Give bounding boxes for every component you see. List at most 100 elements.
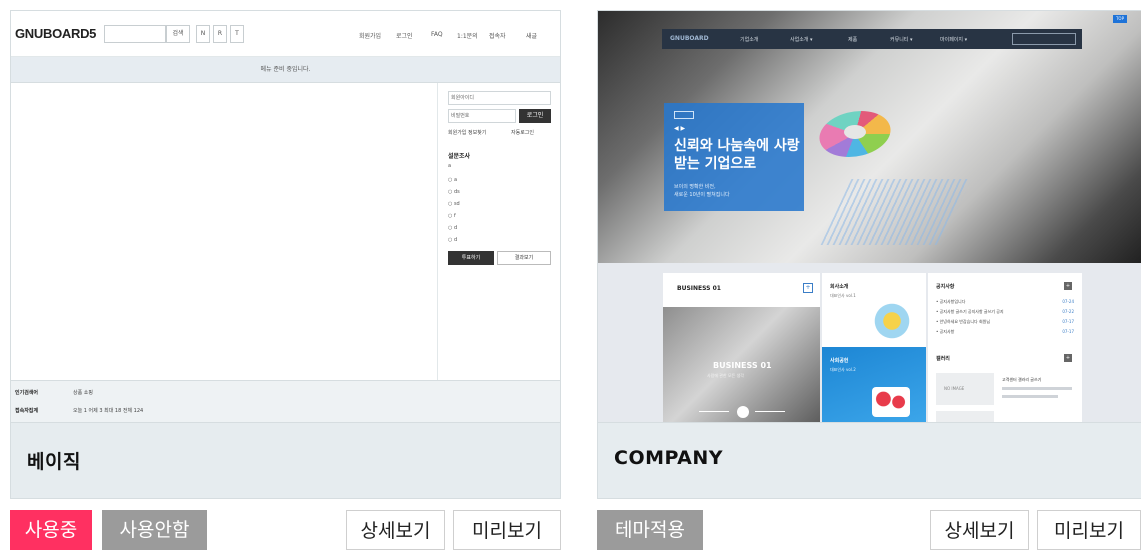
mock-mini-button: N	[196, 25, 210, 43]
mock-footer-value: 상품 쇼핑	[73, 390, 93, 396]
mock-about-box: 회사소개 대표인사 vol.1	[822, 273, 926, 347]
mock-hero-image: TOP GNUBOARD 기업소개 사업소개 ▾ 제품 커뮤니티 ▾ 마이페이지…	[598, 11, 1141, 263]
mock-nav-item: 커뮤니티 ▾	[890, 37, 913, 43]
mock-hero-banner: ◀ ▶ 신뢰와 나눔속에 사랑받는 기업으로 브이의 명확한 비전, 새로운 1…	[664, 103, 804, 211]
deactivate-theme-button[interactable]: 사용안함	[102, 510, 207, 550]
mock-poll-option: ○ a	[448, 177, 458, 183]
mock-poll-option: ○ d	[448, 237, 458, 243]
theme-detail-button[interactable]: 상세보기	[346, 510, 445, 550]
mock-content-area: BUSINESS 01 + BUSINESS 01 사람에 관한 모든 생각 회…	[598, 263, 1141, 422]
mock-poll-question: a	[448, 163, 452, 169]
mock-box-sub: 대표인사 vol.2	[830, 367, 856, 372]
mock-banner-nav: ◀ ▶	[674, 125, 686, 132]
mock-login-pw: 비밀번호	[448, 109, 516, 123]
theme-card-company: TOP GNUBOARD 기업소개 사업소개 ▾ 제품 커뮤니티 ▾ 마이페이지…	[597, 0, 1141, 551]
mock-gallery-thumb: NO IMAGE	[936, 373, 994, 405]
plus-icon: +	[1064, 282, 1072, 290]
mock-nav-item: 제품	[848, 37, 858, 43]
theme-preview-button[interactable]: 미리보기	[1037, 510, 1141, 550]
mock-notice-date: 07-24	[1062, 299, 1074, 304]
mock-box-title: 회사소개	[830, 284, 849, 290]
mock-notice-date: 07-22	[1062, 309, 1074, 314]
mock-gallery-thumb	[936, 411, 994, 422]
mock-gallery-text: 고객센터 갤러리 글쓰기	[1002, 377, 1042, 382]
mock-notice-item: • 공지사항 07-17	[936, 329, 1074, 335]
active-theme-button[interactable]: 사용중	[10, 510, 92, 550]
mock-sidebar: 회원아이디 비밀번호 로그인 회원가입 정보찾기 자동로그인 설문조사 a ○ …	[439, 83, 560, 380]
mock-poll-option-label: d	[453, 225, 458, 231]
mock-mini-button: R	[213, 25, 227, 43]
mock-business-sub: 사람에 관한 모든 생각	[707, 373, 744, 378]
mock-business-image: BUSINESS 01 사람에 관한 모든 생각	[663, 307, 820, 422]
mock-notice-text: • 공지사항	[936, 329, 955, 334]
mock-banner-sub: 브이의 명확한 비전,	[674, 184, 716, 190]
mock-box-title: 사회공헌	[830, 358, 849, 364]
mock-gallery-thumb-label: NO IMAGE	[944, 386, 965, 391]
mock-mini-button: T	[230, 25, 244, 43]
mock-main-area	[11, 83, 438, 380]
mock-nav-item: FAQ	[431, 31, 443, 38]
mock-top-badge: TOP	[1113, 15, 1127, 23]
mock-notice-item: • 공지사항 글쓰기 공지사항 글쓰기 공지 07-22	[936, 309, 1074, 315]
mock-notice-item: • 안녕하세요 반갑습니다 회원님 07-17	[936, 319, 1074, 325]
mock-poll-option-label: f	[453, 213, 456, 219]
mock-menu-notice: 메뉴 준비 중입니다.	[11, 57, 560, 83]
theme-thumbnail-company[interactable]: TOP GNUBOARD 기업소개 사업소개 ▾ 제품 커뮤니티 ▾ 마이페이지…	[597, 10, 1141, 423]
mock-poll-option: ○ d	[448, 225, 458, 231]
mock-footer-value: 오늘 1 어제 3 최대 18 전체 124	[73, 408, 144, 414]
mock-nav-item: 접속자	[489, 33, 506, 40]
mock-box-sub: 대표인사 vol.1	[830, 293, 856, 298]
mock-notice-item: • 공지사항입니다 07-24	[936, 299, 1074, 305]
mock-nav-item: 사업소개 ▾	[790, 37, 813, 43]
mock-header: GNUBOARD5 검색 N R T 회원가입 로그인 FAQ 1:1문의 접속…	[11, 11, 560, 57]
mock-search-button: 검색	[166, 25, 190, 43]
mock-notice-title: 공지사항	[936, 284, 955, 290]
theme-name-bar: COMPANY	[597, 423, 1141, 499]
theme-detail-button[interactable]: 상세보기	[930, 510, 1029, 550]
mock-business-caption: BUSINESS 01	[713, 361, 772, 370]
mock-divider	[699, 411, 729, 412]
mock-notice-box: 공지사항 + • 공지사항입니다 07-24 • 공지사항 글쓰기 공지사항 글쓰…	[928, 273, 1082, 422]
mock-csr-box: 사회공헌 대표인사 vol.2	[822, 347, 926, 422]
mock-footer-label: 인기검색어	[15, 390, 39, 396]
trophy-icon	[872, 301, 912, 341]
mock-banner-arrows	[674, 111, 694, 119]
mock-login-button: 로그인	[519, 109, 551, 123]
mock-search-input	[1012, 33, 1076, 45]
mock-logo: GNUBOARD	[670, 35, 709, 42]
apply-theme-button[interactable]: 테마적용	[597, 510, 703, 550]
mock-poll-vote-button: 투표하기	[448, 251, 494, 265]
mock-gallery-title: 갤러리	[936, 356, 950, 362]
theme-name: COMPANY	[614, 447, 724, 469]
mock-poll-option-label: a	[453, 177, 458, 183]
mock-nav-item: 로그인	[396, 33, 413, 40]
mock-footer: 인기검색어 상품 쇼핑 접속자집계 오늘 1 어제 3 최대 18 전체 124	[11, 380, 560, 422]
mock-bar-chart-image	[820, 179, 972, 245]
theme-card-basic: GNUBOARD5 검색 N R T 회원가입 로그인 FAQ 1:1문의 접속…	[10, 0, 561, 551]
mock-nav-item: 마이페이지 ▾	[940, 37, 968, 43]
mock-business-title: BUSINESS 01	[677, 285, 721, 292]
mock-slider-dot	[737, 406, 749, 418]
theme-thumbnail-basic[interactable]: GNUBOARD5 검색 N R T 회원가입 로그인 FAQ 1:1문의 접속…	[10, 10, 561, 423]
mock-poll-title: 설문조사	[448, 153, 471, 160]
plus-icon: +	[803, 283, 813, 293]
mock-notice-text: • 공지사항 글쓰기 공지사항 글쓰기 공지	[936, 309, 1004, 314]
theme-preview-button[interactable]: 미리보기	[453, 510, 561, 550]
mock-poll-option-label: d	[453, 237, 458, 243]
mock-nav-item: 새글	[526, 33, 538, 40]
mock-logo: GNUBOARD5	[15, 26, 97, 41]
mock-banner-title: 신뢰와 나눔속에 사랑받는 기업으로	[674, 138, 800, 172]
mock-visitor-count: 접속자집계 오늘 1 어제 3 최대 18 전체 124	[15, 407, 143, 414]
plus-icon: +	[1064, 354, 1072, 362]
mock-nav-bar: GNUBOARD 기업소개 사업소개 ▾ 제품 커뮤니티 ▾ 마이페이지 ▾	[662, 29, 1082, 49]
mock-auto-login: 자동로그인	[511, 130, 535, 136]
mock-poll-option-label: sd	[453, 201, 460, 207]
mock-text-line	[1002, 387, 1072, 390]
mock-poll-option: ○ f	[448, 213, 456, 219]
mock-login-links: 회원가입 정보찾기	[448, 130, 487, 136]
mock-divider	[755, 411, 785, 412]
mock-text-line	[1002, 395, 1058, 398]
mock-notice-text: • 공지사항입니다	[936, 299, 966, 304]
mock-nav-item: 회원가입	[359, 33, 382, 40]
mock-business-box: BUSINESS 01 + BUSINESS 01 사람에 관한 모든 생각	[663, 273, 820, 422]
